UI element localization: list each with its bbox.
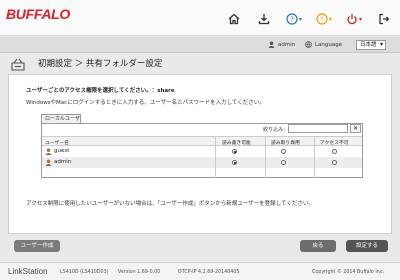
create-user-note: アクセス制限に使用したいユーザーがいない場合は、「ユーザー作成」ボタンから新規ユ… — [26, 201, 314, 207]
back-button[interactable]: 戻る — [300, 240, 336, 252]
model-name: LS410D (LS410D03) — [60, 270, 109, 275]
column-divider — [215, 136, 216, 178]
top-header: BUFFALO ? ▾ ! ▾ ▾ — [0, 0, 400, 36]
chevron-down-icon: ▾ — [329, 15, 333, 23]
user-name-cell: admin — [54, 159, 72, 165]
apply-button[interactable]: 設定する — [346, 240, 388, 252]
user-icon — [45, 148, 52, 157]
help-icon[interactable]: ? ▾ — [286, 12, 302, 26]
language-select[interactable]: 日本語 — [356, 40, 386, 50]
product-name: LinkStation — [8, 267, 48, 276]
col-no-access: アクセス不可 — [320, 141, 349, 146]
copyright: Copyright © 2014 Buffalo Inc. — [312, 270, 385, 275]
user-icon — [45, 159, 52, 168]
radio-read-only[interactable] — [281, 160, 286, 165]
radio-read-only[interactable] — [281, 149, 286, 154]
dtcp-version: DTCP-IP 4.2.69-20140405 — [178, 270, 240, 275]
user-name-cell: guest — [54, 148, 70, 154]
radio-read-write[interactable] — [232, 160, 237, 165]
globe-icon — [305, 41, 312, 48]
column-divider — [314, 136, 315, 178]
download-icon[interactable] — [258, 12, 270, 26]
col-read-write: 読み書き可能 — [222, 141, 251, 146]
radio-read-write[interactable] — [232, 149, 237, 154]
access-description: WindowsやMacにログインするときに入力する、ユーザー名とパスワードを入力… — [26, 100, 265, 106]
tab-local-users[interactable]: ローカルユーザー — [41, 114, 81, 130]
notification-icon[interactable]: ! ▾ — [316, 12, 332, 26]
svg-text:!: ! — [321, 16, 324, 24]
page-title: 初期設定 ＞ 共有フォルダー設定 — [38, 59, 163, 69]
create-user-button[interactable]: ユーザー作成 — [14, 240, 60, 252]
user-icon — [268, 41, 275, 48]
col-read-only: 読み取り専用 — [271, 141, 300, 146]
filter-input[interactable] — [288, 124, 348, 133]
firmware-version: Version 1.69-0.00 — [118, 270, 161, 275]
column-divider — [265, 136, 266, 178]
col-user-name: ユーザー名 — [45, 141, 69, 146]
user-name: admin — [278, 41, 296, 48]
svg-text:?: ? — [290, 16, 294, 24]
home-icon[interactable] — [228, 12, 240, 26]
access-prompt: ユーザーごとのアクセス権限を選択してください。：share — [26, 88, 175, 94]
language-label: Language — [305, 41, 342, 48]
clear-filter-button[interactable]: ✕ — [350, 124, 361, 133]
chevron-down-icon: ▾ — [299, 15, 303, 23]
footer: LinkStation LS410D (LS410D03) Version 1.… — [0, 262, 400, 280]
logout-icon[interactable] — [378, 12, 390, 26]
user-bar: admin Language 日本語 — [0, 37, 400, 53]
buffalo-logo: BUFFALO — [6, 6, 71, 22]
power-icon[interactable]: ▾ — [346, 12, 362, 26]
radio-no-access[interactable] — [332, 149, 337, 154]
chevron-down-icon: ▾ — [359, 15, 363, 23]
filter-label: 絞り込み： — [263, 127, 289, 133]
radio-no-access[interactable] — [332, 160, 337, 165]
current-user: admin — [268, 41, 295, 48]
